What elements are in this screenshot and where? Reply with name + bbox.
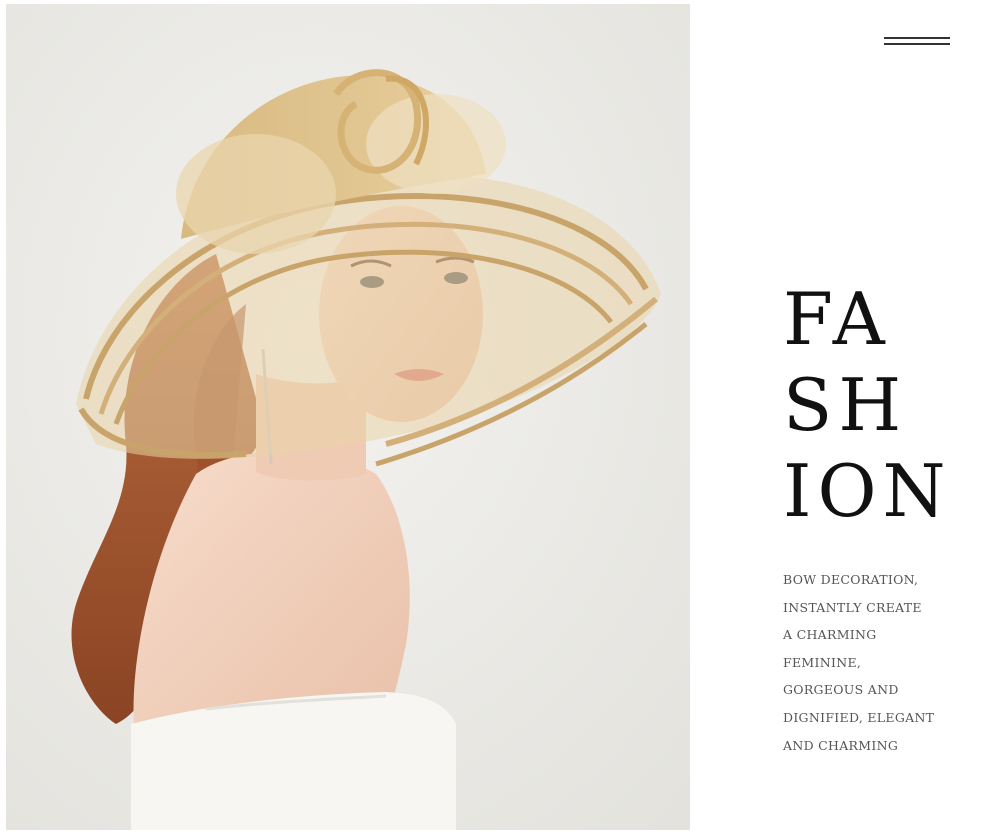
description-line: GORGEOUS AND [783, 682, 899, 698]
hero-illustration [6, 4, 690, 830]
menu-bar-bottom [884, 43, 950, 45]
headline-line: SH [783, 363, 908, 447]
menu-bar-top [884, 37, 950, 39]
description-line: A CHARMING [783, 627, 877, 643]
hamburger-menu-icon[interactable] [884, 34, 950, 48]
description-line: BOW DECORATION, [783, 572, 919, 587]
description-line: INSTANTLY CREATE [783, 599, 922, 615]
product-description: BOW DECORATION, INSTANTLY CREATE A CHARM… [783, 566, 983, 759]
fashion-headline: FA SH ION [783, 276, 983, 534]
hero-photo [6, 4, 690, 830]
description-line: AND CHARMING [783, 737, 899, 753]
description-line: DIGNIFIED, ELEGANT [783, 709, 935, 725]
headline-line: FA [783, 277, 891, 361]
description-line: FEMININE, [783, 654, 862, 670]
headline-line: ION [783, 449, 952, 533]
